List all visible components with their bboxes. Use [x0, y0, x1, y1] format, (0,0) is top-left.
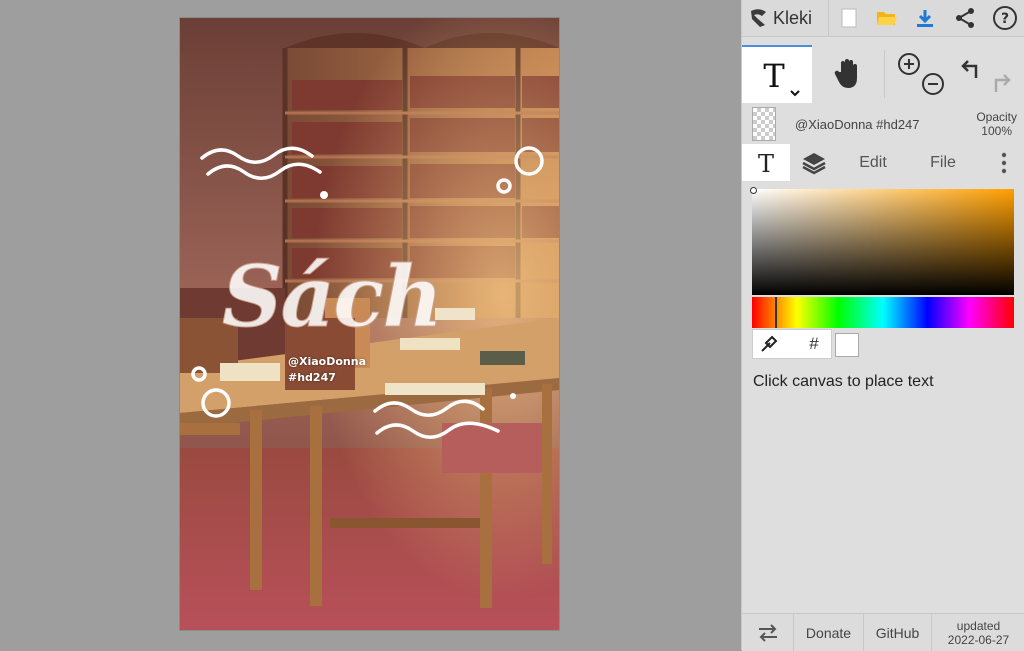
- canvas-watermark-handle: @XiaoDonna: [288, 355, 367, 368]
- share-icon: [956, 8, 974, 28]
- tool-divider: [884, 50, 885, 98]
- svg-text:T: T: [758, 150, 774, 177]
- side-panel: Kleki ? T @XiaoDonna #hd247 Opacity 100%…: [741, 0, 1024, 651]
- layer-name: @XiaoDonna #hd247: [795, 117, 920, 132]
- text-tab-icon: T: [758, 150, 774, 177]
- color-picker-handle[interactable]: [750, 187, 757, 194]
- footer-bar: Donate GitHub updated 2022-06-27: [742, 613, 1024, 651]
- opacity-value: 100%: [981, 124, 1012, 138]
- zoom-buttons[interactable]: [892, 45, 950, 103]
- undo-icon: [961, 60, 978, 78]
- canvas-watermark-tag: #hd247: [288, 371, 336, 384]
- swap-arrows-icon: [758, 623, 777, 642]
- download-button[interactable]: [910, 3, 940, 33]
- svg-text:Sách: Sách: [222, 247, 441, 346]
- tool-row: T: [742, 45, 1024, 103]
- new-file-icon: [841, 8, 857, 28]
- svg-text:T: T: [763, 57, 785, 95]
- eyedropper-icon: [761, 335, 778, 352]
- layer-opacity[interactable]: Opacity 100%: [976, 110, 1017, 138]
- open-file-button[interactable]: [872, 3, 902, 33]
- redo-button[interactable]: [986, 45, 1018, 103]
- primary-color-swatch[interactable]: [835, 333, 859, 357]
- layer-thumbnail[interactable]: [752, 107, 776, 141]
- tool-settings-panel: # Click canvas to place text: [742, 181, 1024, 612]
- hand-tool-button[interactable]: [812, 45, 882, 103]
- more-vertical-icon: [1001, 152, 1007, 173]
- text-tool-icon: T: [763, 57, 800, 97]
- tab-layers[interactable]: [790, 144, 838, 181]
- text-tool-hint: Click canvas to place text: [753, 373, 934, 390]
- layer-row[interactable]: @XiaoDonna #hd247 Opacity 100%: [742, 104, 1024, 144]
- help-button[interactable]: ?: [990, 3, 1020, 33]
- svg-text:?: ?: [1001, 11, 1009, 27]
- changelog-link[interactable]: updated 2022-06-27: [932, 614, 1024, 651]
- layers-icon: [802, 152, 826, 174]
- open-folder-icon: [877, 12, 897, 25]
- eyedropper-button[interactable]: [759, 334, 779, 354]
- kleki-logo[interactable]: Kleki: [748, 6, 812, 30]
- updated-date: 2022-06-27: [947, 632, 1010, 647]
- tab-tool-settings[interactable]: T: [742, 144, 790, 181]
- canvas-artwork: Sách: [180, 18, 559, 630]
- app-name: Kleki: [773, 7, 813, 28]
- new-file-button[interactable]: [834, 3, 864, 33]
- panel-tabs: T Edit File: [742, 144, 1024, 181]
- hue-slider[interactable]: [752, 297, 1014, 328]
- saturation-value-picker[interactable]: [750, 187, 1014, 295]
- share-button[interactable]: [950, 3, 980, 33]
- zoom-icon: [898, 53, 944, 95]
- help-icon: ?: [993, 6, 1017, 30]
- canvas-workspace[interactable]: Sách @XiaoDonna #hd247: [0, 0, 741, 650]
- color-tools: #: [752, 329, 832, 359]
- toolbar-divider: [828, 0, 829, 36]
- more-menu-button[interactable]: [986, 144, 1022, 181]
- tab-edit[interactable]: Edit: [842, 144, 904, 181]
- download-icon: [917, 10, 933, 27]
- opacity-label: Opacity: [976, 110, 1017, 124]
- hand-tool-icon: [834, 59, 857, 88]
- kleki-logo-icon: [751, 9, 766, 28]
- tab-file[interactable]: File: [910, 144, 976, 181]
- redo-icon: [994, 74, 1011, 92]
- github-link[interactable]: GitHub: [864, 614, 932, 651]
- hex-input-button[interactable]: #: [803, 334, 825, 354]
- updated-label: updated: [956, 618, 1001, 633]
- text-tool-button[interactable]: T: [742, 45, 812, 103]
- drawing-canvas[interactable]: Sách @XiaoDonna #hd247: [180, 18, 559, 630]
- donate-link[interactable]: Donate: [794, 614, 864, 651]
- hue-slider-handle[interactable]: [775, 297, 777, 328]
- top-toolbar: Kleki ?: [742, 0, 1024, 37]
- undo-button[interactable]: [954, 45, 986, 103]
- swap-side-button[interactable]: [742, 614, 794, 651]
